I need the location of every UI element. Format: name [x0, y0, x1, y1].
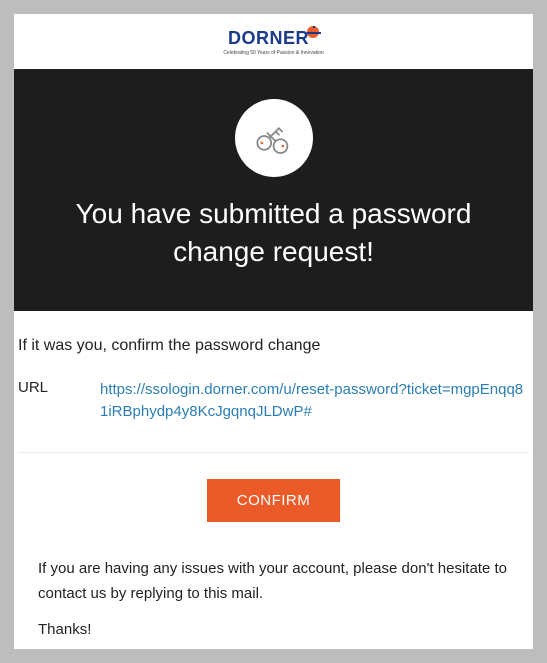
keys-icon: [248, 112, 300, 164]
help-text: If you are having any issues with your a…: [38, 556, 509, 607]
confirm-button[interactable]: CONFIRM: [207, 479, 341, 522]
brand-tagline: Celebrating 50 Years of Passion & Innova…: [223, 50, 323, 56]
button-row: CONFIRM: [18, 479, 529, 522]
url-label: URL: [18, 379, 100, 424]
body-section: If it was you, confirm the password chan…: [14, 311, 533, 643]
email-card: DORNER Celebrating 50 Years of Passion &…: [14, 14, 533, 649]
brand-logo: DORNER Celebrating 50 Years of Passion &…: [223, 28, 323, 56]
keys-badge: [235, 99, 313, 177]
hero-headline: You have submitted a password change req…: [34, 195, 513, 271]
footer-text: If you are having any issues with your a…: [18, 556, 529, 643]
instruction-text: If it was you, confirm the password chan…: [18, 337, 529, 355]
logo-area: DORNER Celebrating 50 Years of Passion &…: [14, 14, 533, 69]
url-row: URL https://ssologin.dorner.com/u/reset-…: [18, 379, 529, 453]
basketball-icon: [307, 26, 319, 38]
hero-banner: You have submitted a password change req…: [14, 69, 533, 311]
url-value: https://ssologin.dorner.com/u/reset-pass…: [100, 379, 529, 424]
brand-name: DORNER: [228, 28, 309, 48]
thanks-text: Thanks!: [38, 617, 509, 643]
reset-password-link[interactable]: https://ssologin.dorner.com/u/reset-pass…: [100, 381, 523, 421]
